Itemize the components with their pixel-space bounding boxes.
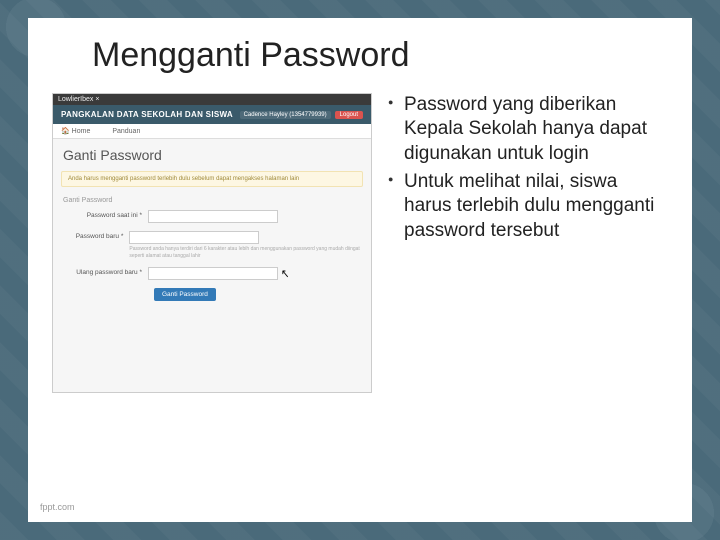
input-new-password[interactable]	[129, 231, 259, 244]
user-badge: Cadence Hayley (1354779939)	[240, 111, 331, 119]
tab-home[interactable]: 🏠 Home	[61, 128, 100, 135]
page-heading: Ganti Password	[53, 139, 371, 167]
bullet-item-1: Password yang diberikan Kepala Sekolah h…	[404, 93, 668, 166]
section-label: Ganti Password	[53, 191, 371, 206]
alert-box: Anda harus mengganti password terlebih d…	[61, 171, 363, 187]
row-repeat-password: Ulang password baru *	[63, 267, 361, 280]
tab-home-label: Home	[72, 128, 91, 135]
helper-new-password: Password anda hanya terdiri dari 6 karak…	[129, 246, 361, 259]
app-banner: PANGKALAN DATA SEKOLAH DAN SISWA Cadence…	[53, 105, 371, 124]
row-current-password: Password saat ini *	[63, 210, 361, 223]
footer-credit: fppt.com	[40, 502, 75, 512]
nav-tabs: 🏠 Home Panduan	[53, 124, 371, 139]
input-repeat-password[interactable]	[148, 267, 278, 280]
bullet-list: Password yang diberikan Kepala Sekolah h…	[386, 93, 668, 393]
slide-title: Mengganti Password	[92, 36, 668, 75]
app-title: PANGKALAN DATA SEKOLAH DAN SISWA	[61, 110, 233, 119]
label-new: Password baru *	[63, 231, 129, 240]
submit-button[interactable]: Ganti Password	[154, 288, 216, 301]
row-new-password: Password baru * Password anda hanya terd…	[63, 231, 361, 259]
label-repeat: Ulang password baru *	[63, 267, 148, 276]
cursor-icon: ↖	[281, 268, 289, 281]
browser-tab: LowlierIbex ×	[53, 94, 371, 105]
content-row: LowlierIbex × PANGKALAN DATA SEKOLAH DAN…	[52, 93, 668, 393]
embedded-screenshot: LowlierIbex × PANGKALAN DATA SEKOLAH DAN…	[52, 93, 372, 393]
password-form: Password saat ini * Password baru * Pass…	[53, 206, 371, 305]
label-current: Password saat ini *	[63, 210, 148, 219]
input-current-password[interactable]	[148, 210, 278, 223]
slide-body: Mengganti Password LowlierIbex × PANGKAL…	[28, 18, 692, 522]
logout-button[interactable]: Logout	[335, 111, 363, 119]
tab-panduan[interactable]: Panduan	[112, 128, 140, 135]
bullet-item-2: Untuk melihat nilai, siswa harus terlebi…	[404, 170, 668, 243]
